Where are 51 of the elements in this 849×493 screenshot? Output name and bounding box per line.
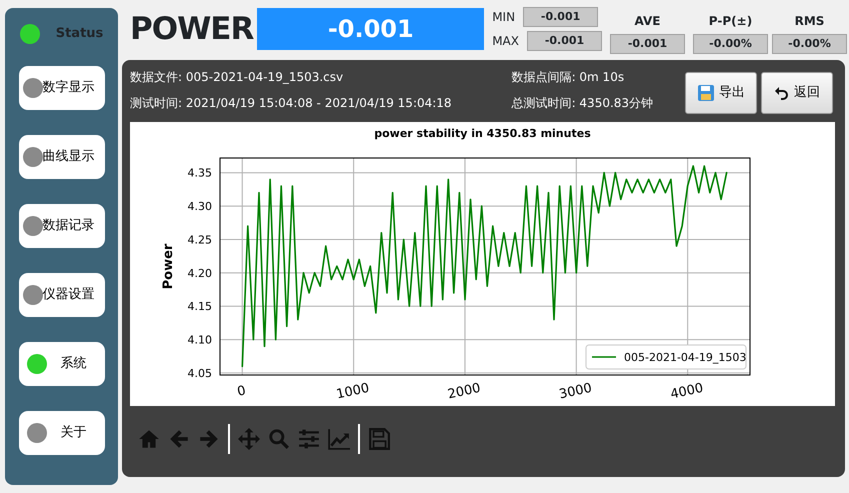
x-tick-label: 2000 <box>446 380 482 402</box>
search-icon[interactable] <box>268 428 290 450</box>
sliders-icon[interactable] <box>298 428 320 450</box>
line-chart-icon[interactable] <box>328 428 350 450</box>
x-tick-label: 0 <box>236 383 248 400</box>
home-icon[interactable] <box>138 428 160 450</box>
chart-title: power stability in 4350.83 minutes <box>374 127 591 140</box>
status-label: Status <box>56 25 104 44</box>
sidebar-button[interactable]: 关于 <box>18 411 104 455</box>
back-button[interactable]: 返回 <box>761 72 833 114</box>
sidebar-button[interactable]: 曲线显示 <box>18 135 104 179</box>
stat-value: -0.001 <box>527 31 602 51</box>
power-title: POWER <box>130 10 254 49</box>
stat-label: MAX <box>492 33 519 50</box>
forward-arrow-icon[interactable] <box>198 428 220 450</box>
legend-label: 005-2021-04-19_1503 <box>624 351 746 364</box>
y-tick-label: 4.20 <box>188 266 212 280</box>
move-icon[interactable] <box>238 428 260 450</box>
stat-value: -0.00% <box>693 34 768 54</box>
y-tick-label: 4.25 <box>188 233 212 246</box>
chart-legend: 005-2021-04-19_1503 <box>586 344 746 370</box>
stat-label: AVE <box>634 13 660 30</box>
x-tick-label: 3000 <box>558 380 594 402</box>
stat-label: P-P(±) <box>708 13 752 30</box>
save-icon <box>697 84 715 102</box>
y-tick-label: 4.10 <box>188 334 212 347</box>
sidebar-button[interactable]: 仪器设置 <box>18 273 104 317</box>
sidebar-button[interactable]: 数字显示 <box>18 66 104 110</box>
stat-value: -0.00% <box>772 34 847 54</box>
total-time: 总测试时间: 4350.83分钟 <box>512 95 654 112</box>
stat-label: RMS <box>794 13 824 30</box>
test-time: 测试时间: 2021/04/19 15:04:08 - 2021/04/19 15:04:18 <box>130 95 452 112</box>
back-icon <box>774 85 790 101</box>
sidebar-button[interactable]: 系统 <box>18 342 104 386</box>
x-tick-label: 1000 <box>335 380 371 402</box>
file-info: 数据文件: 005-2021-04-19_1503.csv <box>130 69 344 86</box>
y-tick-label: 4.30 <box>188 200 212 214</box>
power-value: -0.001 <box>257 8 484 50</box>
back-arrow-icon[interactable] <box>168 428 190 450</box>
interval-info: 数据点间隔: 0m 10s <box>512 69 626 86</box>
y-axis-label: Power <box>161 244 176 290</box>
y-tick-label: 4.15 <box>188 300 212 314</box>
stat-label: MIN <box>492 9 516 26</box>
y-tick-label: 4.35 <box>188 166 212 180</box>
save-icon[interactable] <box>368 428 390 450</box>
stat-value: -0.001 <box>610 34 685 54</box>
sidebar-button[interactable]: 数据记录 <box>18 204 104 248</box>
x-tick-label: 4000 <box>669 380 705 402</box>
stat-value: -0.001 <box>523 7 598 27</box>
y-tick-label: 4.05 <box>188 367 212 380</box>
export-button[interactable]: 导出 <box>685 72 757 114</box>
